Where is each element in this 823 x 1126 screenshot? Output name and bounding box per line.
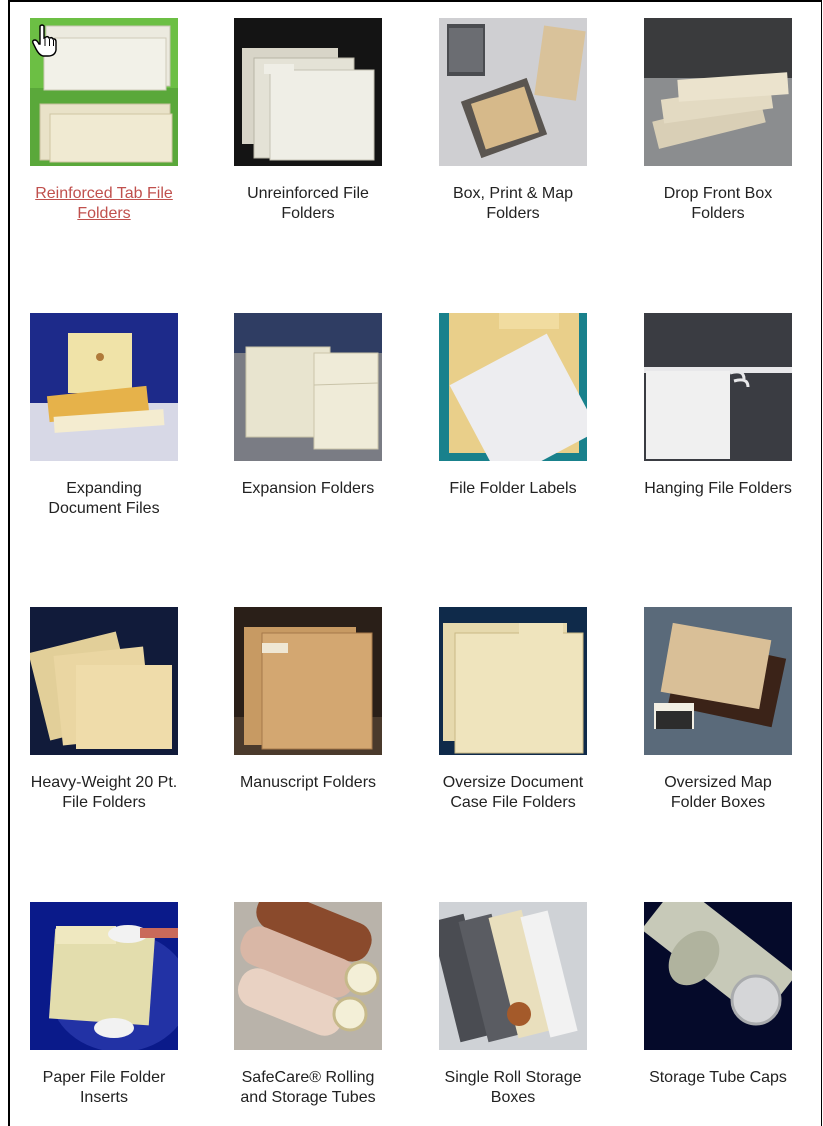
stacked-manila-folders-dark-image	[234, 18, 382, 166]
large-manila-folders-image	[439, 607, 587, 755]
product-link[interactable]: Single Roll Storage Boxes	[423, 1068, 603, 1108]
expanding-file-with-tie-image	[30, 313, 178, 461]
product-image-link[interactable]	[439, 902, 587, 1050]
product-image-link[interactable]	[234, 902, 382, 1050]
product-link[interactable]: Storage Tube Caps	[628, 1068, 808, 1088]
map-boxes-stacked-image	[644, 607, 792, 755]
gloved-hands-folder-image	[30, 902, 178, 1050]
product-grid: Reinforced Tab File Folders Unreinforced F…	[0, 0, 823, 1126]
product-image-link[interactable]	[644, 902, 792, 1050]
product-tile: Drop Front Box Folders	[618, 18, 818, 224]
kraft-manuscript-folder-image	[234, 607, 382, 755]
product-link[interactable]: File Folder Labels	[423, 479, 603, 499]
product-image-link[interactable]	[30, 18, 178, 166]
product-tile: Expanding Document Files	[4, 313, 204, 519]
product-tile: File Folder Labels	[413, 313, 613, 499]
product-tile: Storage Tube Caps	[618, 902, 818, 1088]
product-tile: Heavy-Weight 20 Pt. File Folders	[4, 607, 204, 813]
product-tile: Single Roll Storage Boxes	[413, 902, 613, 1108]
product-link[interactable]: Manuscript Folders	[218, 773, 398, 793]
product-tile: Manuscript Folders	[208, 607, 408, 793]
manila-folders-on-green-image	[30, 18, 178, 166]
product-link[interactable]: SafeCare® Rolling and Storage Tubes	[218, 1068, 398, 1108]
product-link[interactable]: Drop Front Box Folders	[628, 184, 808, 224]
product-image-link[interactable]	[30, 902, 178, 1050]
product-link[interactable]: Heavy-Weight 20 Pt. File Folders	[14, 773, 194, 813]
product-tile: Unreinforced File Folders	[208, 18, 408, 224]
product-link[interactable]: Box, Print & Map Folders	[423, 184, 603, 224]
tube-with-cap-image	[644, 902, 792, 1050]
product-tile: SafeCare® Rolling and Storage Tubes	[208, 902, 408, 1108]
rolled-tubes-image	[234, 902, 382, 1050]
product-link[interactable]: Expanding Document Files	[14, 479, 194, 519]
product-image-link[interactable]	[439, 313, 587, 461]
folder-with-labels-teal-image	[439, 313, 587, 461]
product-image-link[interactable]	[30, 313, 178, 461]
product-link[interactable]: Reinforced Tab File Folders	[14, 184, 194, 224]
product-image-link[interactable]	[644, 313, 792, 461]
product-tile: Box, Print & Map Folders	[413, 18, 613, 224]
product-image-link[interactable]	[439, 18, 587, 166]
product-image-link[interactable]	[234, 18, 382, 166]
open-boxes-with-prints-image	[439, 18, 587, 166]
hanging-folder-hooks-image	[644, 313, 792, 461]
product-link[interactable]: Oversize Document Case File Folders	[423, 773, 603, 813]
fanned-manila-folders-image	[30, 607, 178, 755]
product-image-link[interactable]	[234, 313, 382, 461]
product-image-link[interactable]	[644, 18, 792, 166]
product-link[interactable]: Hanging File Folders	[628, 479, 808, 499]
product-link[interactable]: Expansion Folders	[218, 479, 398, 499]
product-tile: Oversize Document Case File Folders	[413, 607, 613, 813]
product-tile: Reinforced Tab File Folders	[4, 18, 204, 224]
product-image-link[interactable]	[439, 607, 587, 755]
product-tile: Expansion Folders	[208, 313, 408, 499]
product-tile: Hanging File Folders	[618, 313, 818, 499]
expansion-folders-standing-image	[234, 313, 382, 461]
product-tile: Oversized Map Folder Boxes	[618, 607, 818, 813]
long-roll-boxes-image	[439, 902, 587, 1050]
product-image-link[interactable]	[234, 607, 382, 755]
product-link[interactable]: Unreinforced File Folders	[218, 184, 398, 224]
product-tile: Paper File Folder Inserts	[4, 902, 204, 1108]
product-image-link[interactable]	[30, 607, 178, 755]
product-image-link[interactable]	[644, 607, 792, 755]
product-link[interactable]: Paper File Folder Inserts	[14, 1068, 194, 1108]
stacked-drop-front-boxes-image	[644, 18, 792, 166]
product-link[interactable]: Oversized Map Folder Boxes	[628, 773, 808, 813]
